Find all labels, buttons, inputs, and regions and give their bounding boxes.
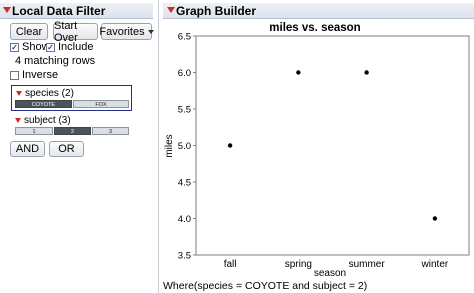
x-axis-label: season — [314, 268, 346, 279]
filter-level-2[interactable]: 2 — [54, 127, 91, 135]
clear-button[interactable]: Clear — [10, 23, 48, 40]
filter-level-3[interactable]: 3 — [92, 127, 129, 135]
data-point-fall[interactable] — [227, 143, 233, 148]
red-triangle-menu-icon[interactable] — [16, 91, 22, 96]
chevron-down-icon — [147, 29, 154, 34]
red-triangle-menu-icon[interactable] — [15, 118, 21, 123]
checkbox-checked-icon: ✓ — [46, 42, 55, 52]
x-tick-label: winter — [421, 259, 449, 270]
data-point-winter[interactable] — [432, 216, 438, 221]
y-axis: 3.5 4.0 4.5 5.0 5.5 6.0 6.5 — [178, 32, 196, 262]
include-label: Include — [58, 41, 94, 53]
filter-level-coyote[interactable]: COYOTE — [15, 100, 72, 108]
plot-frame — [195, 35, 470, 256]
favorites-label: Favorites — [99, 25, 145, 38]
checkbox-unchecked-icon — [10, 70, 19, 80]
y-tick-label: 6.5 — [178, 32, 191, 43]
x-tick-label: spring — [285, 259, 312, 270]
subject-filter-title: subject (3) — [15, 115, 71, 126]
and-button[interactable]: AND — [10, 141, 45, 157]
species-filter[interactable]: species (2) COYOTE FOX — [11, 85, 132, 111]
y-tick-label: 4.5 — [178, 178, 191, 189]
x-tick-label: fall — [224, 259, 237, 270]
chart-title: miles vs. season — [269, 22, 360, 34]
x-tick-label: summer — [349, 259, 386, 270]
y-tick-label: 5.5 — [178, 105, 191, 116]
local-data-filter-title: Local Data Filter — [12, 4, 106, 18]
miles-vs-season-chart[interactable]: miles vs. season 3.5 4.0 4.5 5.0 5.5 6.0 6.5 f… — [163, 20, 474, 280]
filter-level-fox[interactable]: FOX — [73, 100, 129, 108]
or-button[interactable]: OR — [49, 141, 84, 157]
where-clause-text: Where(species = COYOTE and subject = 2) — [163, 280, 368, 292]
graph-builder-title: Graph Builder — [176, 4, 257, 18]
red-triangle-menu-icon[interactable] — [167, 7, 175, 13]
y-tick-label: 4.0 — [178, 214, 191, 225]
favorites-button[interactable]: Favorites — [99, 23, 154, 40]
inverse-checkbox[interactable]: Inverse — [10, 69, 58, 81]
panel-divider[interactable] — [158, 0, 159, 293]
local-data-filter-header: Local Data Filter — [0, 3, 153, 19]
data-point-spring[interactable] — [296, 70, 301, 75]
inverse-label: Inverse — [22, 69, 59, 81]
y-tick-label: 5.0 — [178, 141, 191, 152]
start-over-button[interactable]: Start Over — [53, 20, 98, 44]
data-point-summer[interactable] — [364, 70, 369, 75]
graph-builder-header: Graph Builder — [163, 3, 474, 19]
y-axis-label: miles — [164, 134, 175, 157]
y-tick-label: 6.0 — [178, 68, 191, 79]
include-checkbox[interactable]: ✓ Include — [46, 41, 93, 53]
subject-filter[interactable]: subject (3) 1 2 3 — [11, 113, 132, 137]
show-checkbox[interactable]: ✓ Show — [10, 41, 50, 53]
filter-level-1[interactable]: 1 — [15, 127, 53, 135]
species-filter-title: species (2) — [16, 88, 74, 99]
matching-rows-text: 4 matching rows — [15, 55, 96, 67]
y-tick-label: 3.5 — [178, 251, 191, 262]
checkbox-checked-icon: ✓ — [10, 42, 19, 52]
red-triangle-menu-icon[interactable] — [3, 7, 11, 13]
